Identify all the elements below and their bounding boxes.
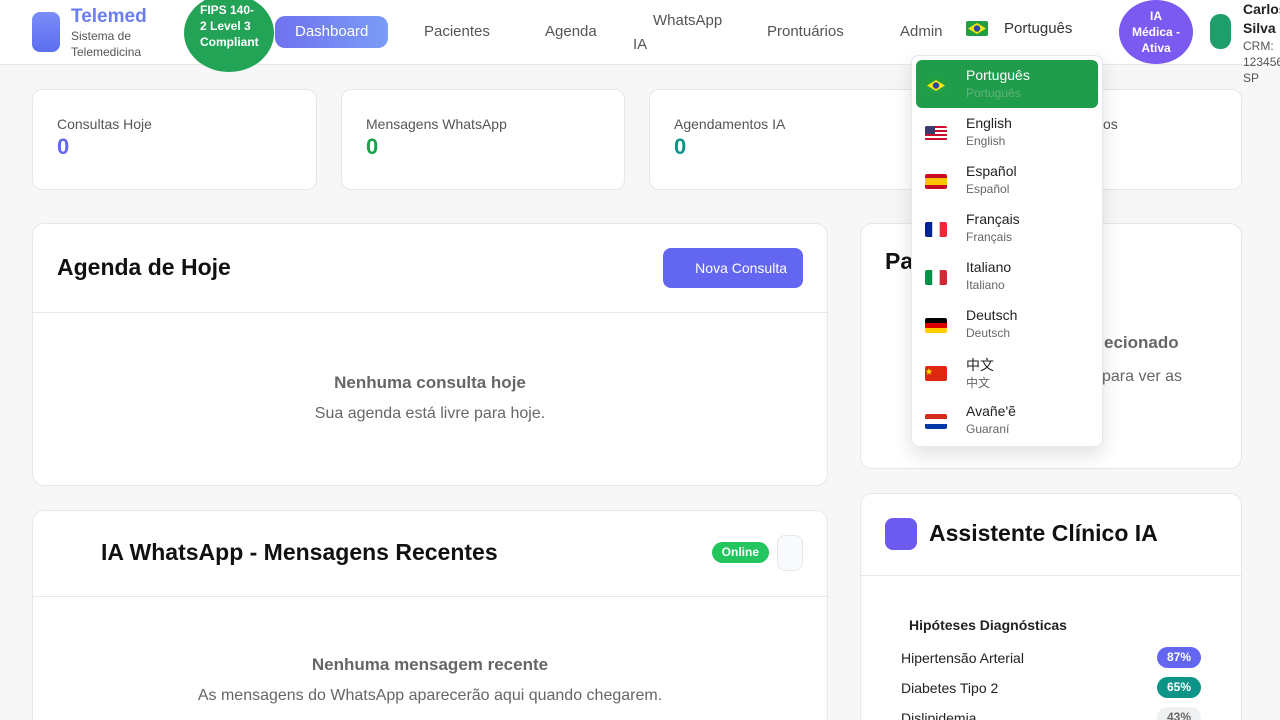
language-option-guarani[interactable]: Avañe'ẽ Guaraní [916, 396, 1098, 444]
germany-flag-icon [925, 318, 947, 333]
language-option-native: 中文 [966, 376, 991, 390]
stat-label: Consultas Hoje [57, 116, 152, 132]
language-dropdown: Português Português English English Espa… [911, 55, 1103, 447]
hypothesis-percentage: 65% [1156, 677, 1201, 698]
usa-flag-icon [925, 126, 947, 141]
language-option-native: Deutsch [966, 326, 1011, 340]
language-option-name: English [966, 115, 1012, 131]
hypothesis-row[interactable]: Hipertensão Arterial 87% [901, 647, 1201, 669]
assistant-panel-header: Assistente Clínico IA [861, 494, 1241, 576]
user-name: Carlos Silva [1243, 1, 1280, 36]
language-option-english[interactable]: English English [916, 108, 1098, 156]
agenda-empty-title: Nenhuma consulta hoje [334, 373, 526, 392]
whatsapp-panel-header: IA WhatsApp - Mensagens Recentes Online [33, 511, 827, 597]
stat-value: 0 [57, 134, 70, 159]
language-option-native: Français [966, 230, 1013, 244]
assistant-title: Assistente Clínico IA [929, 520, 1158, 546]
whatsapp-empty-text: As mensagens do WhatsApp aparecerão aqui… [197, 687, 663, 704]
nav-whatsapp-label-1: WhatsApp [653, 12, 723, 29]
language-option-francais[interactable]: Français Français [916, 204, 1098, 252]
whatsapp-title: IA WhatsApp - Mensagens Recentes [101, 539, 498, 565]
brand: Telemed Sistema de Telemedicina [71, 6, 161, 60]
ai-assistant-icon [885, 518, 917, 550]
patient-panel-title: Pa [885, 248, 914, 274]
brand-subtitle: Sistema de Telemedicina [71, 29, 142, 59]
language-option-native: Guaraní [966, 422, 1010, 436]
whatsapp-options-button[interactable] [777, 535, 803, 571]
nav-prontuarios[interactable]: Prontuários [767, 16, 844, 48]
whatsapp-empty-title: Nenhuma mensagem recente [311, 655, 549, 674]
language-option-name: Deutsch [966, 307, 1018, 323]
hypothesis-row[interactable]: Dislipidemia 43% [901, 707, 1201, 720]
language-option-name: 中文 [966, 357, 994, 373]
language-option-native: English [966, 134, 1006, 148]
hypotheses-section-title: Hipóteses Diagnósticas [909, 617, 1067, 633]
agenda-panel-header: Agenda de Hoje Nova Consulta [33, 224, 827, 313]
user-avatar[interactable] [1210, 14, 1231, 49]
china-flag-icon [925, 366, 947, 381]
language-option-name: Avañe'ẽ [966, 403, 1016, 419]
stat-card-agendamentos: Agendamentos IA 0 [649, 89, 934, 190]
ia-medica-status-badge: IA Médica - Ativa [1119, 0, 1193, 64]
stat-value: 0 [674, 134, 687, 159]
language-selector[interactable]: Português [966, 20, 1072, 37]
language-selector-label: Português [1004, 20, 1073, 37]
paraguay-flag-icon [925, 414, 947, 429]
patient-empty-text: para ver as [1102, 368, 1183, 385]
language-option-deutsch[interactable]: Deutsch Deutsch [916, 300, 1098, 348]
nav-whatsapp-label-2: IA [633, 36, 648, 53]
language-option-native: Italiano [966, 278, 1005, 292]
france-flag-icon [925, 222, 947, 237]
stat-label: Mensagens WhatsApp [366, 116, 507, 132]
agenda-panel: Agenda de Hoje Nova Consulta Nenhuma con… [32, 223, 828, 486]
language-option-name: Français [966, 211, 1020, 227]
hypothesis-name: Diabetes Tipo 2 [901, 680, 999, 696]
stat-label: Agendamentos IA [674, 116, 786, 132]
agenda-title: Agenda de Hoje [57, 254, 231, 280]
language-option-espanol[interactable]: Español Español [916, 156, 1098, 204]
language-option-chinese[interactable]: 中文 中文 [916, 348, 1098, 396]
nav-pacientes[interactable]: Pacientes [424, 16, 490, 48]
language-option-native: Español [966, 182, 1010, 196]
new-consultation-button[interactable]: Nova Consulta [663, 248, 803, 288]
agenda-empty-text: Sua agenda está livre para hoje. [314, 405, 546, 422]
app-logo-icon[interactable] [32, 12, 60, 52]
brazil-flag-icon [925, 78, 947, 93]
brand-name: Telemed [71, 6, 147, 27]
language-option-native: Português [966, 86, 1021, 100]
language-option-portugues[interactable]: Português Português [916, 60, 1098, 108]
stat-card-whatsapp: Mensagens WhatsApp 0 [341, 89, 625, 190]
nav-agenda[interactable]: Agenda [545, 16, 597, 48]
user-crm: CRM: 123456-SP [1243, 39, 1280, 85]
hypothesis-row[interactable]: Diabetes Tipo 2 65% [901, 677, 1201, 699]
fips-compliance-badge: FIPS 140-2 Level 3 Compliant [184, 0, 274, 72]
online-status-badge: Online [711, 542, 769, 563]
spain-flag-icon [925, 174, 947, 189]
italy-flag-icon [925, 270, 947, 285]
hypothesis-percentage: 43% [1156, 707, 1201, 720]
whatsapp-empty-state: Nenhuma mensagem recente As mensagens do… [33, 597, 827, 705]
whatsapp-panel: IA WhatsApp - Mensagens Recentes Online … [32, 510, 828, 720]
stat-card-consultas: Consultas Hoje 0 [32, 89, 317, 190]
brazil-flag-icon [966, 21, 988, 36]
hypothesis-name: Dislipidemia [901, 710, 977, 720]
nav-dashboard[interactable]: Dashboard [275, 16, 389, 48]
stat-value: 0 [366, 134, 379, 159]
agenda-empty-state: Nenhuma consulta hoje Sua agenda está li… [33, 313, 827, 423]
hypothesis-name: Hipertensão Arterial [901, 650, 1024, 666]
hypothesis-percentage: 87% [1156, 647, 1201, 668]
patient-empty-title: ecionado [1104, 333, 1179, 352]
nav-admin[interactable]: Admin [900, 16, 943, 48]
assistant-panel: Assistente Clínico IA Hipóteses Diagnóst… [860, 493, 1242, 720]
language-option-name: Español [966, 163, 1017, 179]
language-option-name: Italiano [966, 259, 1012, 275]
language-option-italiano[interactable]: Italiano Italiano [916, 252, 1098, 300]
language-option-name: Português [966, 67, 1030, 83]
